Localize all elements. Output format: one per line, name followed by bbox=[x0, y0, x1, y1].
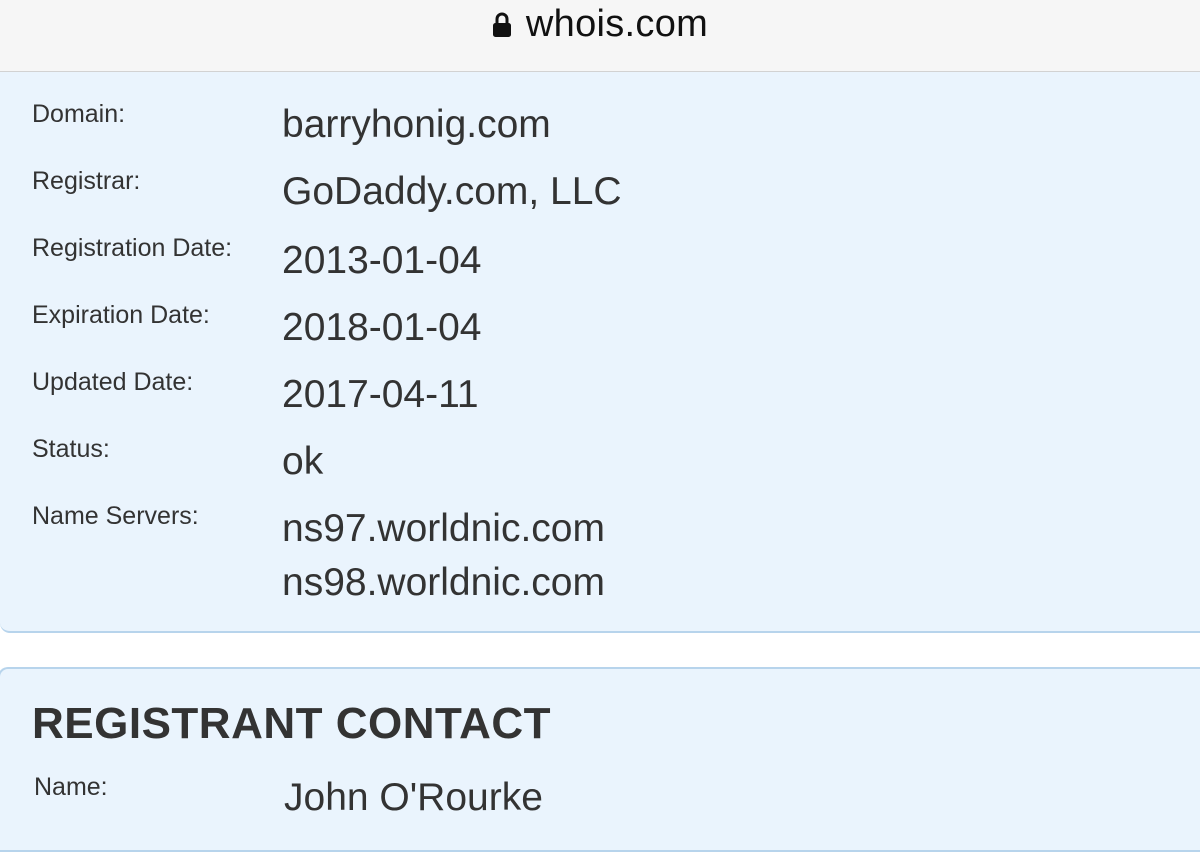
url-display[interactable]: whois.com bbox=[0, 2, 1200, 46]
domain-value: barryhonig.com bbox=[282, 103, 551, 146]
browser-address-bar[interactable]: whois.com bbox=[0, 0, 1200, 72]
registration-date-value: 2013-01-04 bbox=[282, 239, 482, 282]
updated-date-value: 2017-04-11 bbox=[282, 373, 479, 416]
updated-date-label: Updated Date: bbox=[32, 368, 194, 396]
registrar-value: GoDaddy.com, LLC bbox=[282, 170, 622, 213]
section-title: REGISTRANT CONTACT bbox=[32, 699, 552, 748]
registrant-name-label: Name: bbox=[34, 773, 108, 801]
registrar-label: Registrar: bbox=[32, 167, 141, 195]
name-servers-label: Name Servers: bbox=[32, 502, 199, 530]
status-value: ok bbox=[282, 440, 324, 483]
expiration-date-label: Expiration Date: bbox=[32, 301, 210, 329]
expiration-date-value: 2018-01-04 bbox=[282, 306, 482, 349]
domain-label: Domain: bbox=[32, 100, 126, 128]
status-label: Status: bbox=[32, 435, 110, 463]
domain-info-panel: Domain: barryhonig.com Registrar: GoDadd… bbox=[0, 72, 1200, 633]
url-text: whois.com bbox=[525, 2, 709, 45]
name-server-1: ns97.worldnic.com bbox=[282, 507, 605, 550]
registrant-name-value: John O'Rourke bbox=[284, 776, 543, 819]
name-server-2: ns98.worldnic.com bbox=[282, 561, 605, 604]
lock-icon bbox=[492, 12, 512, 38]
registrant-contact-panel: REGISTRANT CONTACT Name: John O'Rourke bbox=[0, 667, 1200, 852]
registration-date-label: Registration Date: bbox=[32, 234, 233, 262]
